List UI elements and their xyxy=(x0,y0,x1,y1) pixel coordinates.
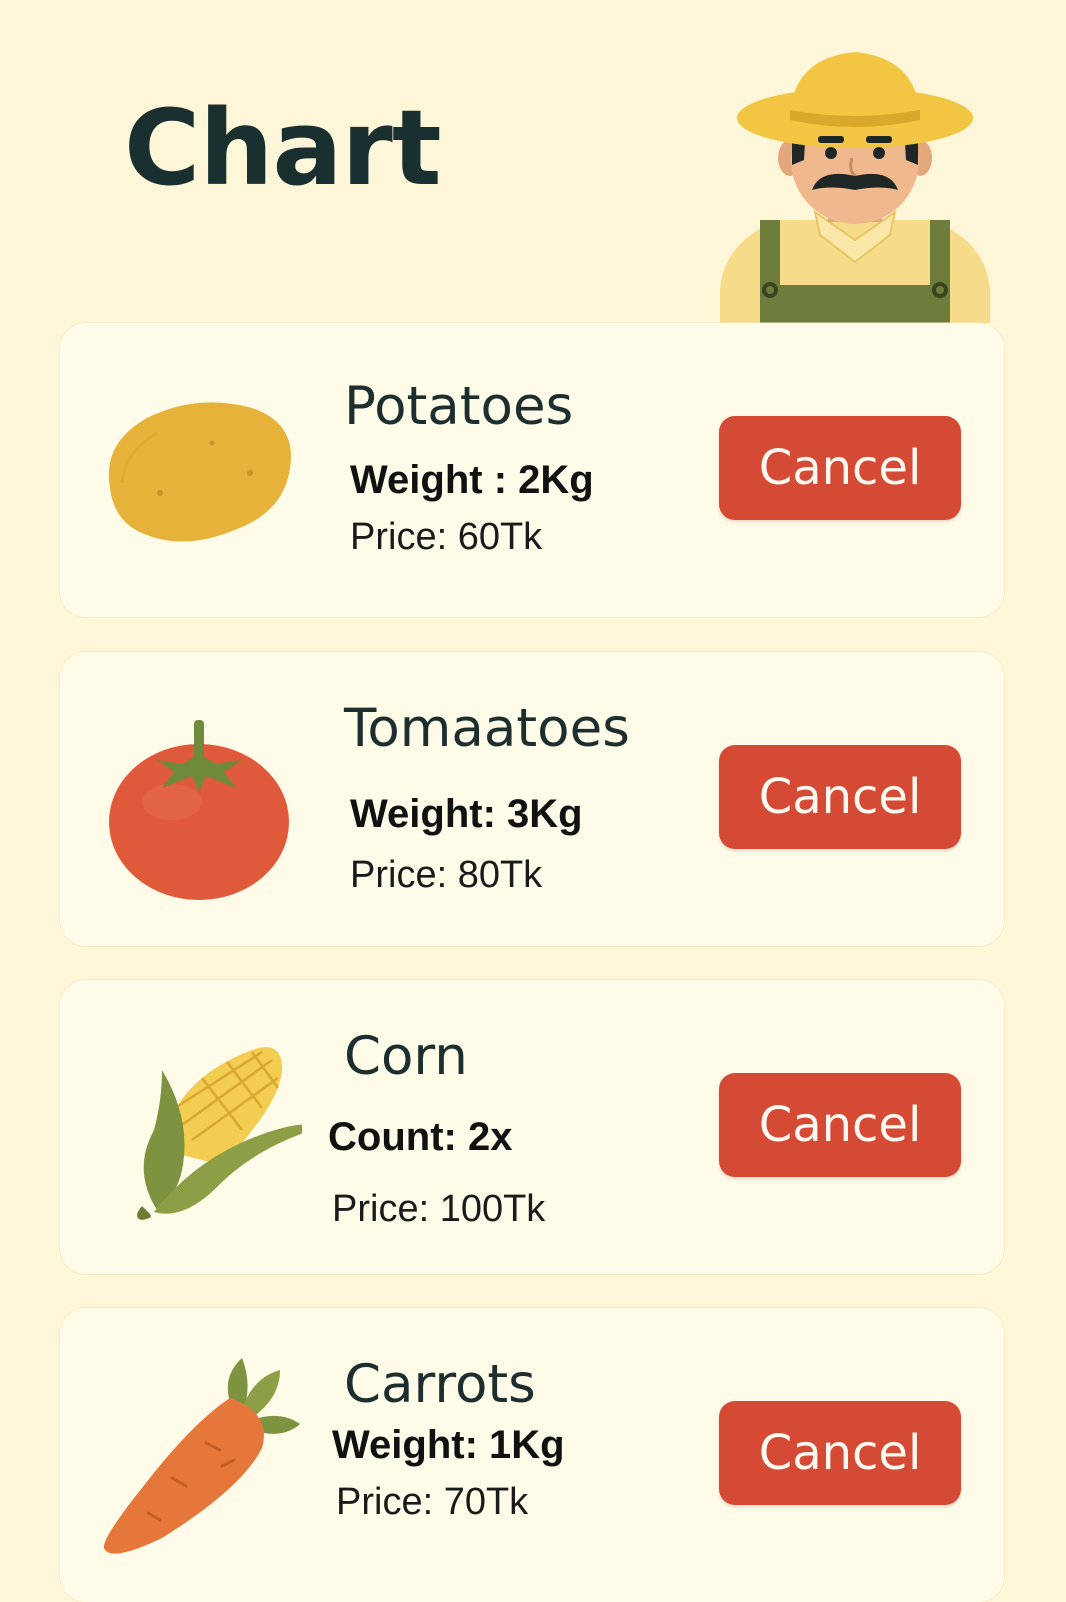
item-price: Price: 60Tk xyxy=(350,516,543,558)
item-quantity: Weight: 1Kg xyxy=(332,1423,565,1467)
item-name: Carrots xyxy=(344,1354,536,1415)
corn-icon xyxy=(102,1020,313,1230)
cancel-button[interactable]: Cancel xyxy=(719,1073,961,1177)
cancel-button[interactable]: Cancel xyxy=(719,416,961,520)
item-quantity: Weight : 2Kg xyxy=(350,458,594,502)
tomato-icon xyxy=(102,692,302,902)
item-name: Corn xyxy=(344,1026,468,1087)
potato-icon xyxy=(102,363,302,573)
list-item: Corn Count: 2x Price: 100Tk Cancel xyxy=(60,980,1004,1274)
carrot-icon xyxy=(102,1348,302,1558)
item-quantity: Count: 2x xyxy=(328,1115,513,1159)
item-name: Potatoes xyxy=(344,376,574,437)
item-name: Tomaatoes xyxy=(344,698,630,759)
list-item: Tomaatoes Weight: 3Kg Price: 80Tk Cancel xyxy=(60,652,1004,946)
farmer-avatar-icon xyxy=(720,40,990,323)
list-item: Potatoes Weight : 2Kg Price: 60Tk Cancel xyxy=(60,323,1004,617)
item-price: Price: 70Tk xyxy=(336,1481,529,1523)
cancel-button[interactable]: Cancel xyxy=(719,1401,961,1505)
item-quantity: Weight: 3Kg xyxy=(350,792,583,836)
list-item: Carrots Weight: 1Kg Price: 70Tk Cancel xyxy=(60,1308,1004,1602)
item-price: Price: 80Tk xyxy=(350,854,543,896)
item-price: Price: 100Tk xyxy=(332,1188,546,1230)
page-title: Chart xyxy=(124,87,442,209)
cancel-button[interactable]: Cancel xyxy=(719,745,961,849)
